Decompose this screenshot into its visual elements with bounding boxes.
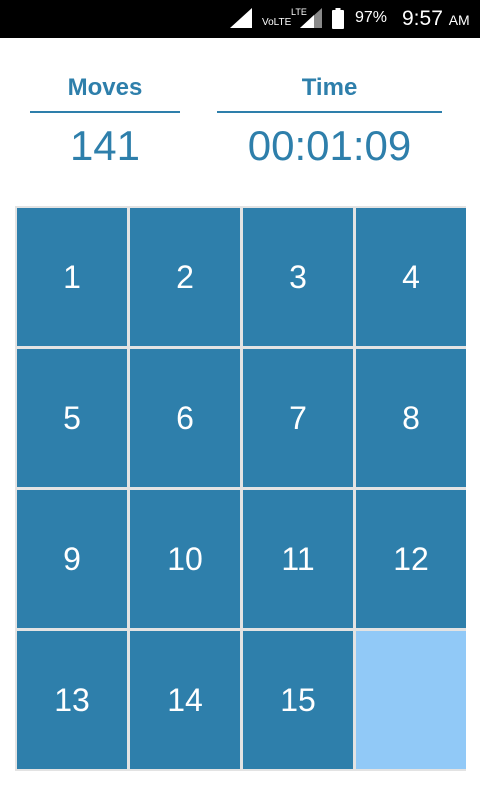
volte-label: VoLTE bbox=[262, 17, 292, 28]
tile-13[interactable]: 13 bbox=[17, 631, 127, 769]
wifi-signal-icon bbox=[230, 8, 252, 28]
tile-1[interactable]: 1 bbox=[17, 208, 127, 346]
tile-6[interactable]: 6 bbox=[130, 349, 240, 487]
tile-14[interactable]: 14 bbox=[130, 631, 240, 769]
puzzle-board: 1 2 3 4 5 6 7 8 9 10 11 12 13 14 15 bbox=[15, 206, 466, 771]
moves-value: 141 bbox=[69, 122, 141, 169]
tile-5[interactable]: 5 bbox=[17, 349, 127, 487]
tile-15[interactable]: 15 bbox=[243, 631, 353, 769]
time-divider bbox=[217, 111, 442, 113]
clock-time: 9:57 bbox=[402, 7, 443, 30]
tile-7[interactable]: 7 bbox=[243, 349, 353, 487]
moves-divider bbox=[30, 111, 180, 113]
time-value: 00:01:09 bbox=[247, 122, 412, 169]
tile-8[interactable]: 8 bbox=[356, 349, 466, 487]
tile-4[interactable]: 4 bbox=[356, 208, 466, 346]
tile-11[interactable]: 11 bbox=[243, 490, 353, 628]
status-bar: VoLTE LTE 97% 9:57 AM bbox=[0, 0, 480, 38]
empty-tile[interactable] bbox=[356, 631, 466, 769]
tile-9[interactable]: 9 bbox=[17, 490, 127, 628]
cell-signal-icon bbox=[300, 8, 322, 28]
tile-3[interactable]: 3 bbox=[243, 208, 353, 346]
tile-2[interactable]: 2 bbox=[130, 208, 240, 346]
moves-panel: Moves 141 bbox=[30, 72, 180, 171]
tile-10[interactable]: 10 bbox=[130, 490, 240, 628]
battery-percentage: 97% bbox=[355, 9, 388, 26]
tile-12[interactable]: 12 bbox=[356, 490, 466, 628]
moves-label: Moves bbox=[67, 74, 143, 101]
status-clock: 9:57 AM bbox=[402, 7, 470, 31]
clock-ampm: AM bbox=[448, 12, 470, 28]
time-label: Time bbox=[301, 74, 358, 101]
battery-icon bbox=[332, 8, 344, 29]
time-panel: Time 00:01:09 bbox=[217, 72, 442, 171]
